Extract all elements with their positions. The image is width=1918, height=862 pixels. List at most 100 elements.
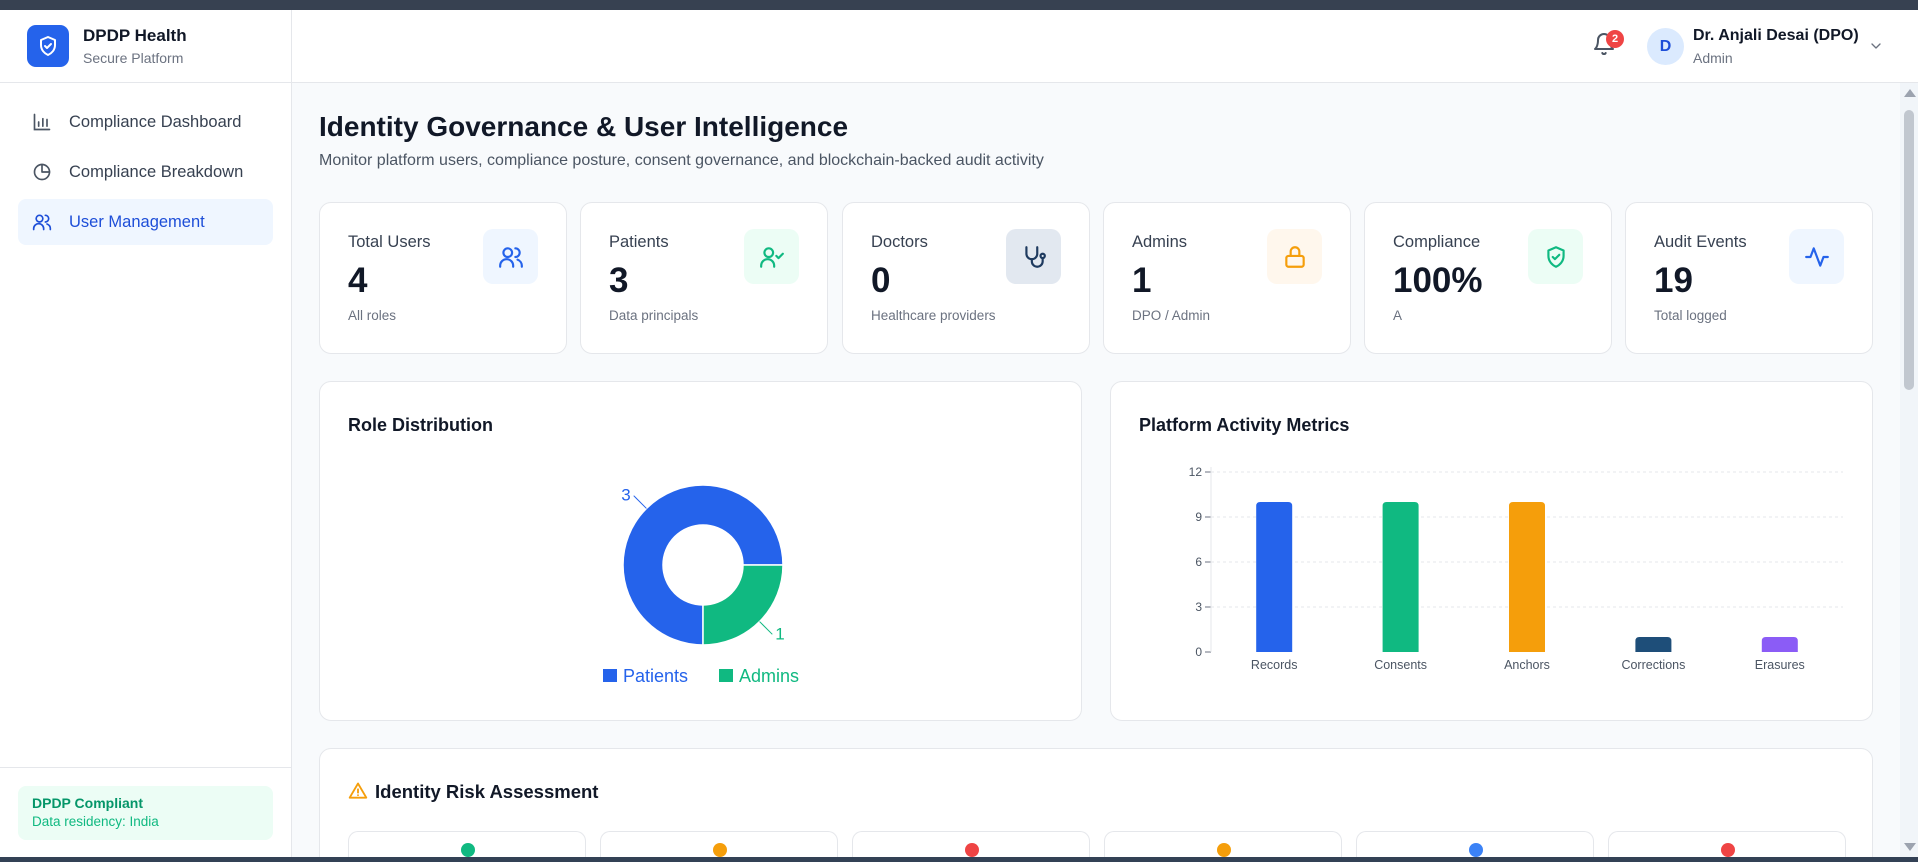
stat-label: Audit Events (1654, 233, 1747, 251)
y-tick-label: 6 (1195, 555, 1202, 569)
y-tick-label: 9 (1195, 510, 1202, 524)
scrollbar-thumb[interactable] (1904, 110, 1914, 390)
stat-card-audit-events: Audit Events 19 Total logged (1625, 202, 1873, 354)
page-scrollbar[interactable] (1900, 83, 1918, 857)
sidebar: DPDP Health Secure Platform Compliance D… (0, 10, 292, 857)
legend-swatch (719, 669, 733, 682)
bar-chart-icon (31, 111, 53, 133)
y-tick-label: 12 (1189, 465, 1203, 479)
bar-anchors[interactable] (1509, 502, 1545, 652)
bar-consents[interactable] (1382, 502, 1419, 652)
notification-count-badge: 2 (1606, 30, 1624, 48)
stat-note: Data principals (609, 308, 699, 323)
stat-note: All roles (348, 308, 397, 323)
main-content: Identity Governance & User Intelligence … (292, 83, 1900, 857)
risk-status-dot (1469, 843, 1483, 857)
bar-records[interactable] (1256, 502, 1293, 652)
risk-status-dot (461, 843, 475, 857)
risk-tile[interactable] (600, 831, 838, 857)
sidebar-item-compliance-dashboard[interactable]: Compliance Dashboard (18, 99, 273, 145)
scroll-up-arrow-icon[interactable] (1904, 89, 1916, 97)
compliance-status-title: DPDP Compliant (32, 795, 143, 811)
stat-card-compliance: Compliance 100% A (1364, 202, 1612, 354)
x-tick-label: Anchors (1504, 658, 1550, 672)
shield-check-icon (1528, 229, 1583, 284)
chevron-down-icon[interactable] (1868, 38, 1884, 54)
risk-tile[interactable] (1356, 831, 1594, 857)
pie-label-leader (633, 495, 647, 509)
pie-data-label: 1 (775, 624, 784, 643)
users-icon (31, 211, 53, 233)
sidebar-item-label: Compliance Dashboard (69, 112, 242, 131)
stat-note: Healthcare providers (871, 308, 996, 323)
brand-title: DPDP Health (83, 26, 187, 45)
legend-label-patients: Patients (623, 666, 688, 686)
risk-status-dot (1217, 843, 1231, 857)
scroll-down-arrow-icon[interactable] (1904, 843, 1916, 851)
legend-swatch (603, 669, 617, 682)
role-distribution-chart: 3 1 Patients Admins (603, 484, 799, 686)
pie-chart-icon (31, 161, 53, 183)
stat-value: 3 (609, 261, 629, 300)
risk-status-dot (1721, 843, 1735, 857)
x-tick-label: Erasures (1755, 658, 1805, 672)
role-distribution-card: Role Distribution 3 1 Patients Admins (319, 381, 1082, 721)
bar-corrections[interactable] (1635, 637, 1672, 652)
page-subtitle: Monitor platform users, compliance postu… (319, 152, 1044, 169)
stat-value: 4 (348, 261, 368, 300)
stat-label: Doctors (871, 233, 928, 251)
page-title: Identity Governance & User Intelligence (319, 111, 849, 142)
x-tick-label: Records (1251, 658, 1298, 672)
stat-card-doctors: Doctors 0 Healthcare providers (842, 202, 1090, 354)
bar-erasures[interactable] (1761, 637, 1798, 652)
risk-tile[interactable] (852, 831, 1090, 857)
legend-label-admins: Admins (739, 666, 799, 686)
stat-label: Compliance (1393, 233, 1481, 251)
user-name[interactable]: Dr. Anjali Desai (DPO) (1693, 27, 1859, 45)
warning-icon (348, 781, 368, 801)
compliance-status-subtitle: Data residency: India (32, 814, 159, 829)
stat-value: 0 (871, 261, 891, 300)
stat-value: 1 (1132, 261, 1152, 300)
identity-risk-card: Identity Risk Assessment (319, 748, 1873, 857)
stat-value: 19 (1654, 261, 1693, 300)
stethoscope-icon (1006, 229, 1061, 284)
sidebar-item-label: User Management (69, 212, 205, 231)
user-check-icon (744, 229, 799, 284)
stat-note: DPO / Admin (1132, 308, 1211, 323)
risk-tile[interactable] (1608, 831, 1846, 857)
shield-logo-icon (27, 25, 69, 67)
card-title: Identity Risk Assessment (375, 781, 599, 802)
stat-label: Admins (1132, 233, 1188, 251)
sidebar-item-user-management[interactable]: User Management (18, 199, 273, 245)
pie-data-label: 3 (621, 486, 630, 505)
window-top-strip (0, 0, 1918, 10)
user-role: Admin (1693, 50, 1733, 66)
sidebar-item-label: Compliance Breakdown (69, 162, 244, 181)
y-tick-label: 3 (1195, 600, 1202, 614)
risk-tile[interactable] (1104, 831, 1342, 857)
sidebar-item-compliance-breakdown[interactable]: Compliance Breakdown (18, 149, 273, 195)
x-tick-label: Corrections (1621, 658, 1685, 672)
brand-subtitle: Secure Platform (83, 50, 184, 66)
platform-activity-card: Platform Activity Metrics 0 3 6 9 12 Records C… (1110, 381, 1873, 721)
stat-note: A (1393, 308, 1403, 323)
pie-label-leader (759, 621, 773, 635)
stat-label: Patients (609, 233, 669, 251)
x-tick-label: Consents (1374, 658, 1427, 672)
activity-icon (1789, 229, 1844, 284)
users-icon (483, 229, 538, 284)
window-bottom-strip (0, 857, 1918, 862)
stat-label: Total Users (348, 233, 431, 251)
stat-card-admins: Admins 1 DPO / Admin (1103, 202, 1351, 354)
avatar[interactable]: D (1647, 28, 1684, 65)
risk-status-dot (713, 843, 727, 857)
top-header: 2 D Dr. Anjali Desai (DPO) Admin (292, 10, 1918, 83)
platform-activity-chart: 0 3 6 9 12 Records Consents Anchors Corrections E… (1189, 465, 1843, 672)
compliance-status-box: DPDP Compliant Data residency: India (18, 786, 273, 840)
lock-icon (1267, 229, 1322, 284)
risk-status-dot (965, 843, 979, 857)
sidebar-nav: Compliance Dashboard Compliance Breakdow… (0, 83, 291, 265)
risk-tile[interactable] (348, 831, 586, 857)
stat-card-patients: Patients 3 Data principals (580, 202, 828, 354)
